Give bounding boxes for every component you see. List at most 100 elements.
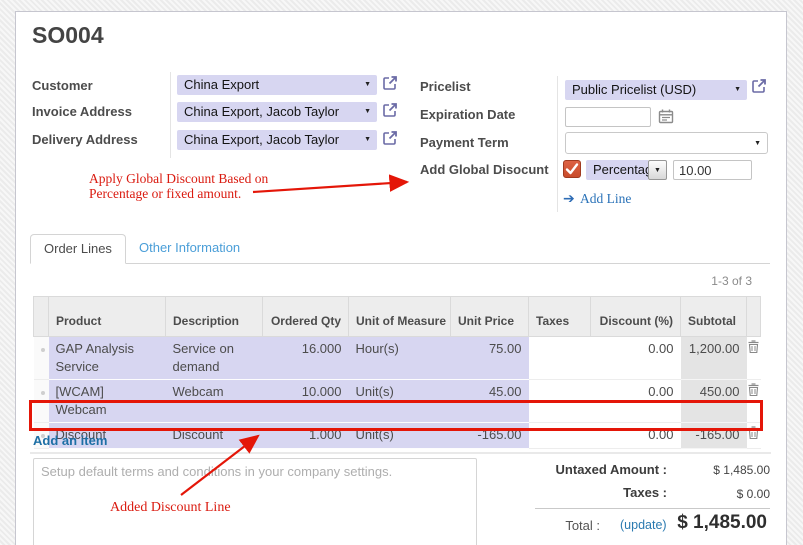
cell-subtotal: -165.00 (681, 423, 747, 449)
invoice-address-value: China Export, Jacob Taylor (184, 104, 339, 119)
tab-other-information[interactable]: Other Information (126, 234, 253, 264)
cell-discount: 0.00 (591, 380, 681, 423)
pricelist-value: Public Pricelist (USD) (572, 82, 696, 97)
delete-row-button[interactable] (747, 423, 761, 449)
drag-handle-dot (41, 348, 45, 352)
col-unit-price[interactable]: Unit Price (451, 297, 529, 337)
discount-type-value: Percentage (593, 162, 648, 177)
field-group-separator (557, 76, 558, 212)
cell-unit-price: -165.00 (451, 423, 529, 449)
check-icon (564, 161, 580, 177)
order-lines-table: Product Description Ordered Qty Unit of … (33, 296, 761, 449)
screen: SO004 Customer China Export ▼ Invoice Ad… (0, 0, 803, 545)
annotation-global-discount: Apply Global Discount Based on Percentag… (89, 171, 268, 201)
expiration-date-label: Expiration Date (420, 107, 515, 122)
col-unit-of-measure[interactable]: Unit of Measure (349, 297, 451, 337)
cell-unit-of-measure: Unit(s) (349, 380, 451, 423)
col-product[interactable]: Product (49, 297, 166, 337)
delete-column-header (747, 297, 761, 337)
payment-term-select[interactable]: ▼ (565, 132, 768, 154)
cell-description: Webcam (166, 380, 263, 423)
trash-icon (748, 340, 759, 353)
external-link-icon[interactable] (751, 78, 767, 94)
cell-discount: 0.00 (591, 423, 681, 449)
annotation-line: Percentage or fixed amount. (89, 186, 268, 201)
handle-column-header (34, 297, 49, 337)
external-link-icon[interactable] (382, 130, 398, 146)
customer-value: China Export (184, 77, 259, 92)
invoice-address-select[interactable]: China Export, Jacob Taylor ▼ (177, 102, 377, 122)
section-divider (30, 452, 771, 454)
expiration-date-input[interactable] (565, 107, 651, 127)
untaxed-amount-value: $ 1,485.00 (713, 463, 770, 477)
col-ordered-qty[interactable]: Ordered Qty (263, 297, 349, 337)
drag-handle[interactable] (34, 337, 49, 380)
arrow-right-icon: ➔ (563, 190, 575, 207)
terms-notes-textarea[interactable] (33, 458, 477, 545)
cell-description: Service on demand (166, 337, 263, 380)
chevron-down-icon: ▼ (364, 130, 371, 150)
col-subtotal[interactable]: Subtotal (681, 297, 747, 337)
chevron-down-icon: ▼ (364, 102, 371, 122)
discount-type-select[interactable]: Percentage (586, 160, 648, 180)
discount-value-input[interactable] (673, 160, 752, 180)
untaxed-amount-label: Untaxed Amount : (556, 462, 667, 477)
delete-row-button[interactable] (747, 380, 761, 423)
cell-product: [WCAM] Webcam (49, 380, 166, 423)
drag-handle[interactable] (34, 380, 49, 423)
invoice-address-label: Invoice Address (32, 104, 132, 119)
discount-type-dropdown-button[interactable]: ▼ (648, 160, 667, 180)
cell-ordered-qty: 10.000 (263, 380, 349, 423)
total-label: Total : (565, 518, 600, 533)
cell-ordered-qty: 16.000 (263, 337, 349, 380)
cell-taxes (529, 423, 591, 449)
cell-ordered-qty: 1.000 (263, 423, 349, 449)
totals-divider (535, 508, 770, 509)
chevron-down-icon: ▼ (754, 133, 761, 153)
tab-order-lines[interactable]: Order Lines (30, 234, 126, 264)
taxes-value: $ 0.00 (737, 487, 770, 501)
trash-icon (748, 426, 759, 439)
add-global-discount-label: Add Global Disocunt (420, 162, 549, 177)
external-link-icon[interactable] (382, 102, 398, 118)
table-row[interactable]: GAP Analysis Service Service on demand 1… (34, 337, 761, 380)
total-value: $ 1,485.00 (677, 512, 767, 534)
cell-discount: 0.00 (591, 337, 681, 380)
col-taxes[interactable]: Taxes (529, 297, 591, 337)
calendar-icon[interactable] (658, 108, 674, 124)
taxes-label: Taxes : (623, 485, 667, 500)
cell-description: Discount (166, 423, 263, 449)
cell-taxes (529, 380, 591, 423)
customer-select[interactable]: China Export ▼ (177, 75, 377, 95)
external-link-icon[interactable] (382, 75, 398, 91)
chevron-down-icon: ▼ (734, 80, 741, 100)
table-row[interactable]: [WCAM] Webcam Webcam 10.000 Unit(s) 45.0… (34, 380, 761, 423)
chevron-down-icon: ▼ (364, 75, 371, 95)
add-line-link[interactable]: Add Line (580, 191, 631, 207)
add-an-item-link[interactable]: Add an item (33, 433, 107, 448)
pricelist-select[interactable]: Public Pricelist (USD) ▼ (565, 80, 747, 100)
annotation-added-discount-line: Added Discount Line (110, 500, 231, 515)
cell-subtotal: 450.00 (681, 380, 747, 423)
cell-unit-of-measure: Unit(s) (349, 423, 451, 449)
trash-icon (748, 383, 759, 396)
annotation-line: Apply Global Discount Based on (89, 171, 268, 186)
cell-unit-of-measure: Hour(s) (349, 337, 451, 380)
delivery-address-select[interactable]: China Export, Jacob Taylor ▼ (177, 130, 377, 150)
table-header-row: Product Description Ordered Qty Unit of … (34, 297, 761, 337)
tab-bar: Order Lines Other Information (30, 234, 770, 264)
cell-unit-price: 45.00 (451, 380, 529, 423)
pager[interactable]: 1-3 of 3 (711, 274, 752, 288)
field-group-separator (170, 72, 171, 158)
payment-term-label: Payment Term (420, 135, 509, 150)
drag-handle-dot (41, 391, 45, 395)
col-discount[interactable]: Discount (%) (591, 297, 681, 337)
update-total-link[interactable]: (update) (620, 518, 667, 532)
delivery-address-label: Delivery Address (32, 132, 138, 147)
global-discount-checkbox[interactable] (563, 160, 581, 178)
table-row-discount[interactable]: Discount Discount 1.000 Unit(s) -165.00 … (34, 423, 761, 449)
cell-subtotal: 1,200.00 (681, 337, 747, 380)
delete-row-button[interactable] (747, 337, 761, 380)
col-description[interactable]: Description (166, 297, 263, 337)
delivery-address-value: China Export, Jacob Taylor (184, 132, 339, 147)
